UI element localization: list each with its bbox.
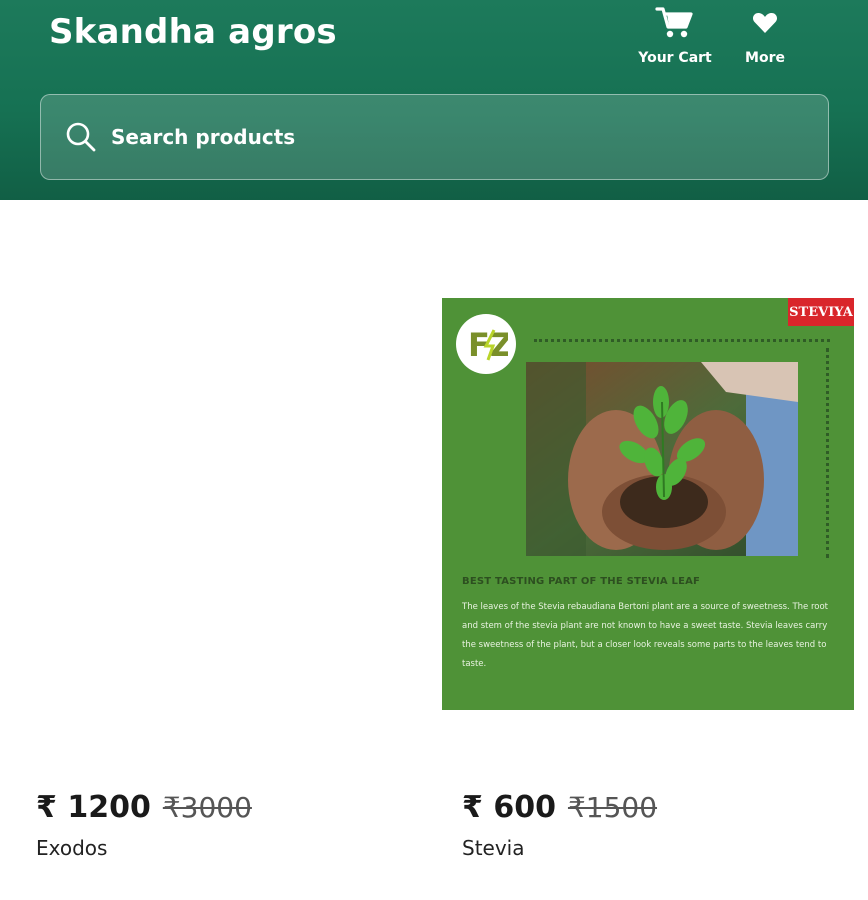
fz-logo: FZ xyxy=(456,314,516,374)
cart-label: Your Cart xyxy=(638,50,712,66)
search-input[interactable] xyxy=(111,125,711,149)
decorative-dots xyxy=(826,348,829,558)
app-header: Skandha agros Your Cart More xyxy=(0,0,868,200)
price-row: ₹ 600 ₹1500 xyxy=(462,790,657,825)
search-icon[interactable] xyxy=(65,121,97,153)
product-image-placeholder[interactable] xyxy=(36,298,448,710)
product-name[interactable]: Stevia xyxy=(462,836,525,860)
decorative-dots xyxy=(534,339,830,342)
heart-icon xyxy=(752,4,778,42)
brand-badge: STEVIYA xyxy=(788,298,854,326)
search-bar[interactable] xyxy=(40,94,829,180)
product-name[interactable]: Exodos xyxy=(36,836,107,860)
product-mrp: ₹1500 xyxy=(567,791,658,824)
price-row: ₹ 1200 ₹3000 xyxy=(36,790,252,825)
card-body-text: The leaves of the Stevia rebaudiana Bert… xyxy=(462,602,829,669)
cart-icon xyxy=(655,4,695,42)
cart-button[interactable]: Your Cart xyxy=(630,4,720,72)
product-price: ₹ 1200 xyxy=(36,790,151,825)
more-button[interactable]: More xyxy=(720,4,810,72)
product-card[interactable]: ₹ 1200 ₹3000 Exodos xyxy=(36,298,448,860)
product-card[interactable]: STEVIYA FZ BEST TASTING PART OF THE STEV… xyxy=(442,298,854,860)
more-label: More xyxy=(745,50,785,66)
brand-title[interactable]: Skandha agros xyxy=(49,12,337,52)
product-price: ₹ 600 xyxy=(462,790,556,825)
hands-holding-seedling-photo xyxy=(526,362,798,556)
card-heading: BEST TASTING PART OF THE STEVIA LEAF xyxy=(462,576,701,587)
product-mrp: ₹3000 xyxy=(162,791,252,824)
product-image[interactable]: STEVIYA FZ BEST TASTING PART OF THE STEV… xyxy=(442,298,854,710)
